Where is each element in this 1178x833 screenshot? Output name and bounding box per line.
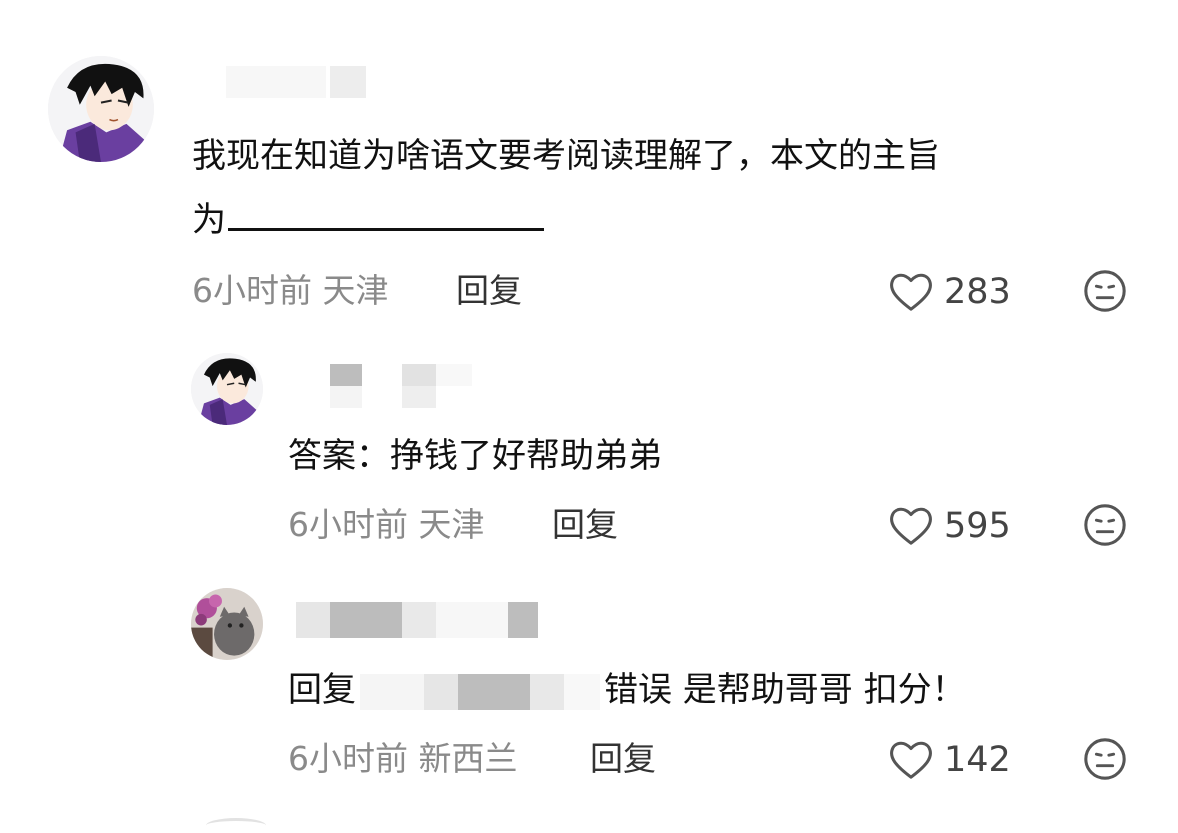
next-avatar-edge <box>206 818 266 833</box>
dislike-button[interactable] <box>1082 502 1128 548</box>
like-count: 142 <box>944 740 1011 780</box>
frown-face-icon <box>1084 504 1126 546</box>
reply-button[interactable]: 回复 <box>552 505 618 545</box>
like-button[interactable]: 283 <box>888 270 1011 314</box>
like-button[interactable]: 595 <box>888 504 1011 548</box>
mentioned-username-blurred[interactable] <box>360 673 600 710</box>
heart-outline-icon <box>890 273 932 311</box>
like-count: 283 <box>944 272 1011 312</box>
avatar[interactable] <box>191 353 263 425</box>
anime-avatar-icon <box>48 56 154 162</box>
avatar[interactable] <box>191 588 263 660</box>
comment-meta: 6小时前 新西兰 <box>288 739 518 779</box>
timestamp: 6小时前 <box>192 271 312 310</box>
username-blurred <box>296 602 540 638</box>
username-blurred <box>296 364 496 408</box>
comment-text: 回复 错误 是帮助哥哥 扣分！ <box>288 660 966 720</box>
like-button[interactable]: 142 <box>888 738 1011 782</box>
comment-text: 答案：挣钱了好帮助弟弟 <box>288 436 662 476</box>
frown-face-icon <box>1084 738 1126 780</box>
dislike-button[interactable] <box>1082 736 1128 782</box>
avatar[interactable] <box>48 56 154 162</box>
heart-outline-icon <box>890 741 932 779</box>
location: 新西兰 <box>418 739 518 778</box>
comment-text-line2: 为 <box>192 190 544 250</box>
dislike-button[interactable] <box>1082 268 1128 314</box>
heart-outline-icon <box>890 507 932 545</box>
cat-photo-avatar-icon <box>191 588 263 660</box>
like-count: 595 <box>944 506 1011 546</box>
timestamp: 6小时前 <box>288 739 408 778</box>
username-blurred <box>226 66 366 98</box>
comment-meta: 6小时前 天津 <box>192 271 389 311</box>
reply-button[interactable]: 回复 <box>456 271 522 311</box>
location: 天津 <box>322 271 389 310</box>
comment-body: 错误 是帮助哥哥 扣分！ <box>604 670 966 710</box>
frown-face-icon <box>1084 270 1126 312</box>
fill-in-blank-line <box>228 228 544 231</box>
comment-text: 我现在知道为啥语文要考阅读理解了，本文的主旨 <box>192 136 940 176</box>
anime-avatar-icon <box>191 353 263 425</box>
timestamp: 6小时前 <box>288 505 408 544</box>
location: 天津 <box>418 505 485 544</box>
reply-prefix: 回复 <box>288 670 356 710</box>
comment-meta: 6小时前 天津 <box>288 505 485 545</box>
reply-button[interactable]: 回复 <box>590 739 656 779</box>
